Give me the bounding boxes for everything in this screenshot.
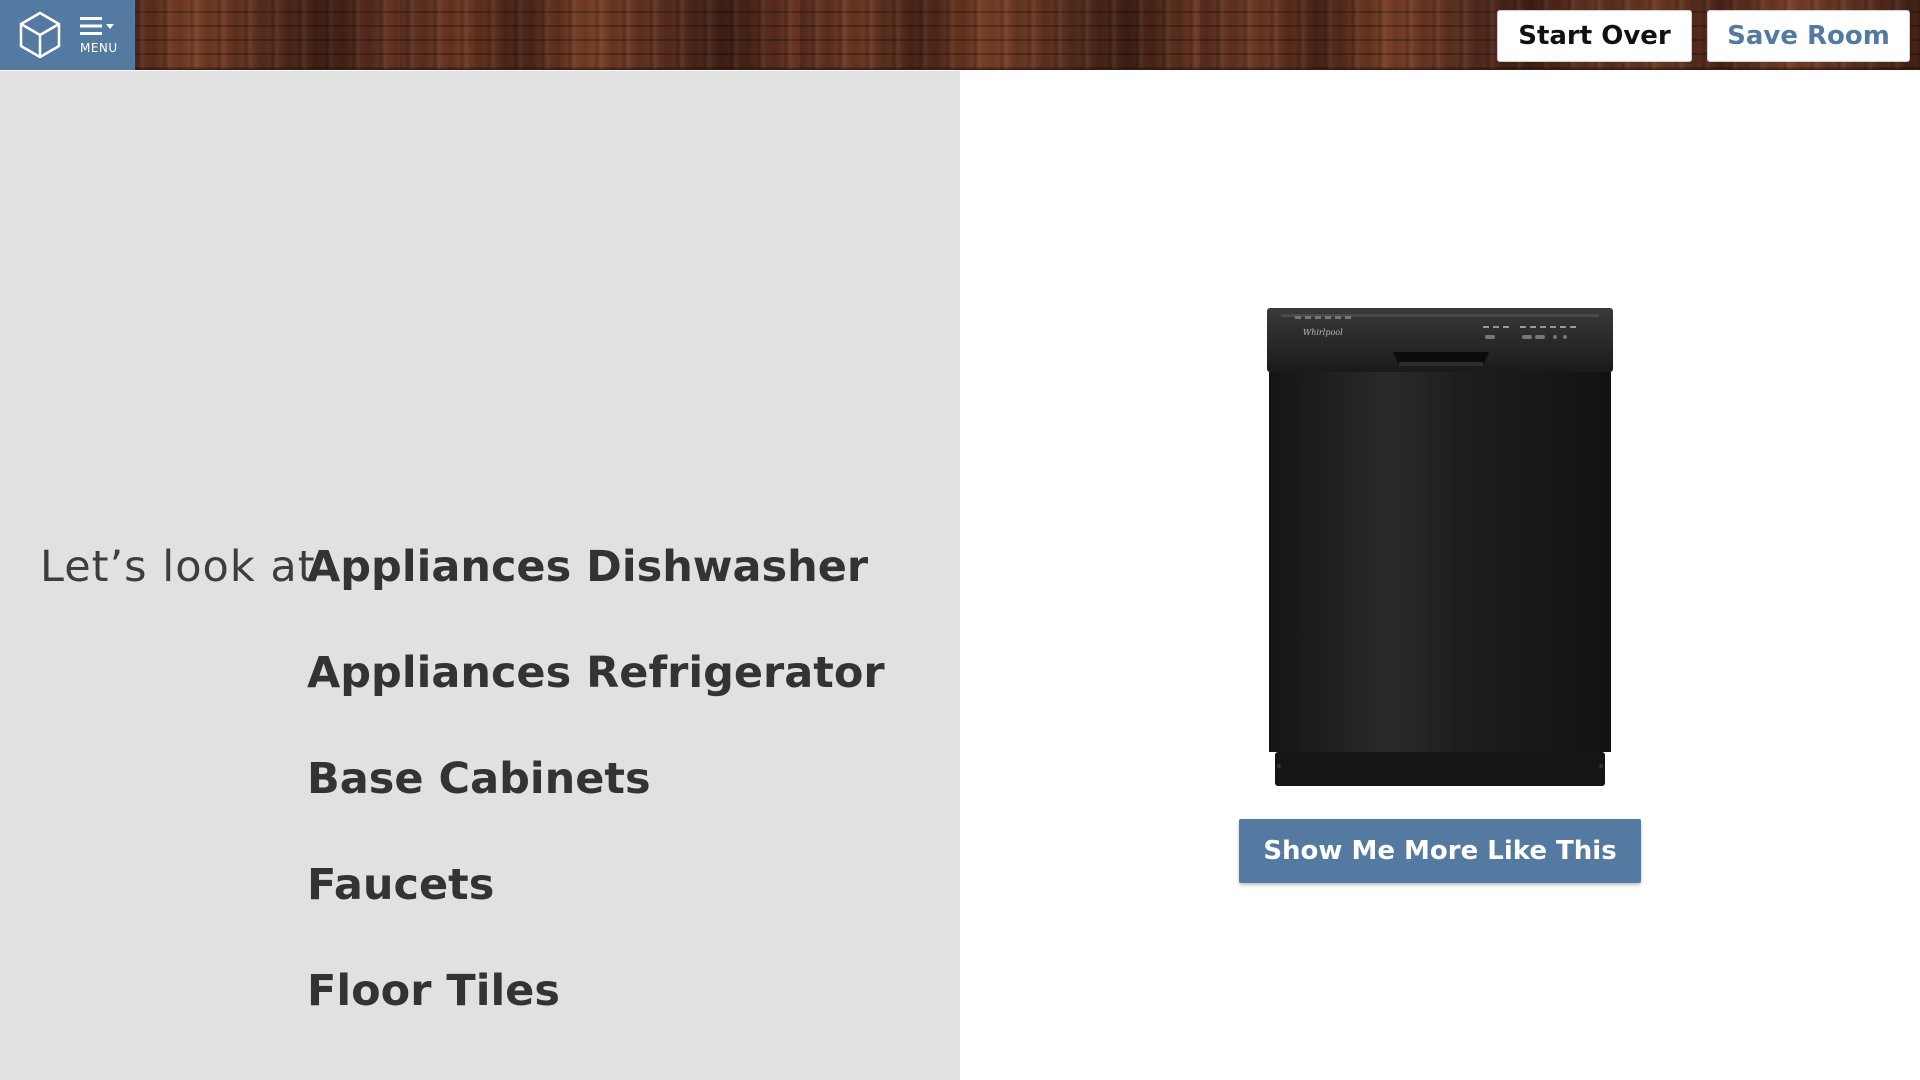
start-over-button[interactable]: Start Over [1497,10,1692,62]
menu-label: MENU [80,41,118,55]
save-room-button[interactable]: Save Room [1707,10,1910,62]
brand-mark: Whirlpool [1303,328,1343,337]
top-bar: MENU Start Over Save Room [0,0,1920,70]
category-item-faucets[interactable]: Faucets [307,860,494,910]
show-me-more-button[interactable]: Show Me More Like This [1239,819,1641,883]
selector-prompt: Let’s look at [40,542,316,592]
category-item-appliances-refrigerator[interactable]: Appliances Refrigerator [307,648,885,698]
category-item-appliances-dishwasher[interactable]: Appliances Dishwasher [307,542,868,592]
menu-button[interactable]: MENU [0,0,135,70]
black-dishwasher-image: Whirlpool [1267,308,1613,786]
cube-logo-icon [19,11,61,59]
category-item-floor-tiles[interactable]: Floor Tiles [307,966,560,1016]
hamburger-dropdown-icon [80,17,114,35]
category-item-base-cabinets[interactable]: Base Cabinets [307,754,651,804]
